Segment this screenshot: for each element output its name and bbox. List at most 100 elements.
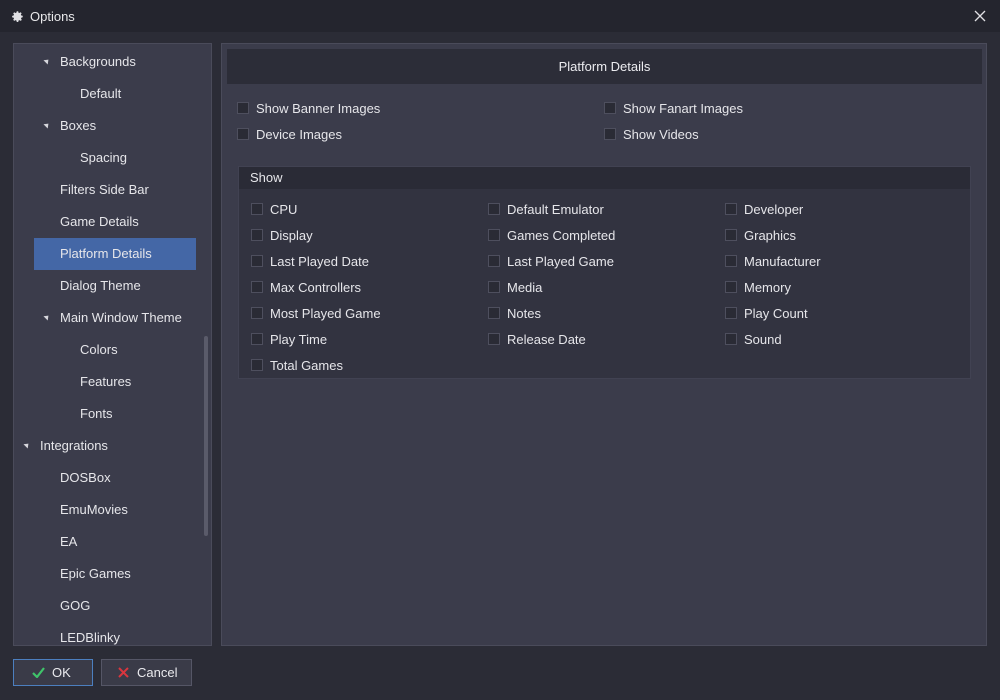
- checkbox-box[interactable]: [725, 229, 737, 241]
- sidebar-item-label: Default: [80, 86, 122, 101]
- sidebar-scrollbar[interactable]: [204, 336, 208, 536]
- sidebar-item-label: Platform Details: [60, 246, 152, 261]
- sidebar-item-gog[interactable]: GOG: [14, 590, 204, 622]
- checkbox-label: Play Time: [270, 331, 328, 347]
- sidebar-item-platform-details[interactable]: Platform Details: [34, 238, 196, 270]
- expand-arrow-icon[interactable]: [43, 313, 51, 321]
- sidebar-item-spacing[interactable]: Spacing: [14, 142, 204, 174]
- checkbox-notes[interactable]: Notes: [488, 304, 541, 322]
- sidebar-item-label: Filters Side Bar: [60, 182, 149, 197]
- expand-arrow-icon[interactable]: [23, 441, 31, 449]
- checkbox-box[interactable]: [251, 229, 263, 241]
- sidebar-item-boxes[interactable]: Boxes: [14, 110, 204, 142]
- sidebar-item-game-details[interactable]: Game Details: [14, 206, 204, 238]
- sidebar-item-label: Colors: [80, 342, 118, 357]
- checkbox-device-images[interactable]: Device Images: [237, 125, 342, 143]
- sidebar-item-dialog-theme[interactable]: Dialog Theme: [14, 270, 204, 302]
- checkbox-label: Show Fanart Images: [623, 100, 743, 116]
- sidebar-item-emumovies[interactable]: EmuMovies: [14, 494, 204, 526]
- checkbox-label: Sound: [744, 331, 782, 347]
- checkbox-display[interactable]: Display: [251, 226, 313, 244]
- cancel-x-icon: [116, 666, 130, 680]
- checkbox-show-banner-images[interactable]: Show Banner Images: [237, 99, 380, 117]
- checkbox-manufacturer[interactable]: Manufacturer: [725, 252, 821, 270]
- checkbox-games-completed[interactable]: Games Completed: [488, 226, 615, 244]
- show-group: Show CPU Default Emulator Developer Display…: [238, 166, 971, 379]
- checkbox-box[interactable]: [725, 255, 737, 267]
- checkbox-box[interactable]: [237, 128, 249, 140]
- checkbox-box[interactable]: [604, 102, 616, 114]
- sidebar-item-integrations[interactable]: Integrations: [14, 430, 204, 462]
- checkbox-memory[interactable]: Memory: [725, 278, 791, 296]
- sidebar-item-filters-side-bar[interactable]: Filters Side Bar: [14, 174, 204, 206]
- checkbox-max-controllers[interactable]: Max Controllers: [251, 278, 361, 296]
- checkbox-default-emulator[interactable]: Default Emulator: [488, 200, 604, 218]
- sidebar-item-label: Fonts: [80, 406, 113, 421]
- checkbox-box[interactable]: [488, 307, 500, 319]
- checkbox-media[interactable]: Media: [488, 278, 542, 296]
- checkbox-box[interactable]: [488, 255, 500, 267]
- sidebar-item-label: Main Window Theme: [60, 310, 182, 325]
- options-tree[interactable]: Backgrounds Default Boxes Spacing Filters Si…: [13, 43, 212, 646]
- checkbox-most-played-game[interactable]: Most Played Game: [251, 304, 381, 322]
- checkbox-graphics[interactable]: Graphics: [725, 226, 796, 244]
- checkbox-release-date[interactable]: Release Date: [488, 330, 586, 348]
- sidebar-item-main-window-theme[interactable]: Main Window Theme: [14, 302, 204, 334]
- sidebar-item-label: Boxes: [60, 118, 97, 133]
- sidebar-item-label: Game Details: [60, 214, 139, 229]
- sidebar-item-colors[interactable]: Colors: [14, 334, 204, 366]
- checkbox-label: Media: [507, 279, 543, 295]
- ok-button[interactable]: OK: [13, 659, 93, 686]
- checkbox-play-time[interactable]: Play Time: [251, 330, 327, 348]
- sidebar-item-dosbox[interactable]: DOSBox: [14, 462, 204, 494]
- checkbox-label: Display: [270, 227, 313, 243]
- checkbox-total-games[interactable]: Total Games: [251, 356, 343, 374]
- checkbox-label: CPU: [270, 201, 298, 217]
- checkbox-label: Release Date: [507, 331, 586, 347]
- checkbox-box[interactable]: [725, 281, 737, 293]
- close-icon: [974, 10, 986, 22]
- checkbox-box[interactable]: [251, 307, 263, 319]
- checkbox-developer[interactable]: Developer: [725, 200, 803, 218]
- sidebar-item-backgrounds[interactable]: Backgrounds: [14, 46, 204, 78]
- cancel-label: Cancel: [137, 665, 178, 680]
- checkbox-cpu[interactable]: CPU: [251, 200, 297, 218]
- panel-header: Platform Details: [227, 49, 982, 84]
- checkbox-box[interactable]: [251, 359, 263, 371]
- checkbox-box[interactable]: [237, 102, 249, 114]
- expand-arrow-icon[interactable]: [43, 121, 51, 129]
- checkbox-label: Memory: [744, 279, 791, 295]
- checkbox-box[interactable]: [488, 281, 500, 293]
- sidebar-item-label: EmuMovies: [60, 502, 128, 517]
- checkbox-show-fanart-images[interactable]: Show Fanart Images: [604, 99, 743, 117]
- sidebar-item-ledblinky[interactable]: LEDBlinky: [14, 622, 204, 645]
- checkbox-last-played-game[interactable]: Last Played Game: [488, 252, 614, 270]
- sidebar-item-fonts[interactable]: Fonts: [14, 398, 204, 430]
- checkbox-box[interactable]: [488, 203, 500, 215]
- checkbox-last-played-date[interactable]: Last Played Date: [251, 252, 369, 270]
- checkbox-box[interactable]: [251, 255, 263, 267]
- checkbox-box[interactable]: [251, 333, 263, 345]
- cancel-button[interactable]: Cancel: [101, 659, 192, 686]
- checkbox-box[interactable]: [725, 307, 737, 319]
- checkbox-sound[interactable]: Sound: [725, 330, 782, 348]
- checkbox-show-videos[interactable]: Show Videos: [604, 125, 699, 143]
- title-bar: Options: [0, 0, 1000, 32]
- checkbox-box[interactable]: [251, 203, 263, 215]
- checkbox-label: Total Games: [270, 357, 343, 373]
- sidebar-item-label: GOG: [60, 598, 91, 613]
- expand-arrow-icon[interactable]: [43, 57, 51, 65]
- sidebar-item-features[interactable]: Features: [14, 366, 204, 398]
- checkbox-box[interactable]: [725, 203, 737, 215]
- checkbox-label: Show Videos: [623, 126, 699, 142]
- sidebar-item-ea[interactable]: EA: [14, 526, 204, 558]
- checkbox-box[interactable]: [251, 281, 263, 293]
- checkbox-box[interactable]: [725, 333, 737, 345]
- checkbox-box[interactable]: [488, 333, 500, 345]
- checkbox-play-count[interactable]: Play Count: [725, 304, 808, 322]
- checkbox-box[interactable]: [604, 128, 616, 140]
- close-button[interactable]: [970, 6, 990, 26]
- sidebar-item-default[interactable]: Default: [14, 78, 204, 110]
- sidebar-item-epic-games[interactable]: Epic Games: [14, 558, 204, 590]
- checkbox-box[interactable]: [488, 229, 500, 241]
